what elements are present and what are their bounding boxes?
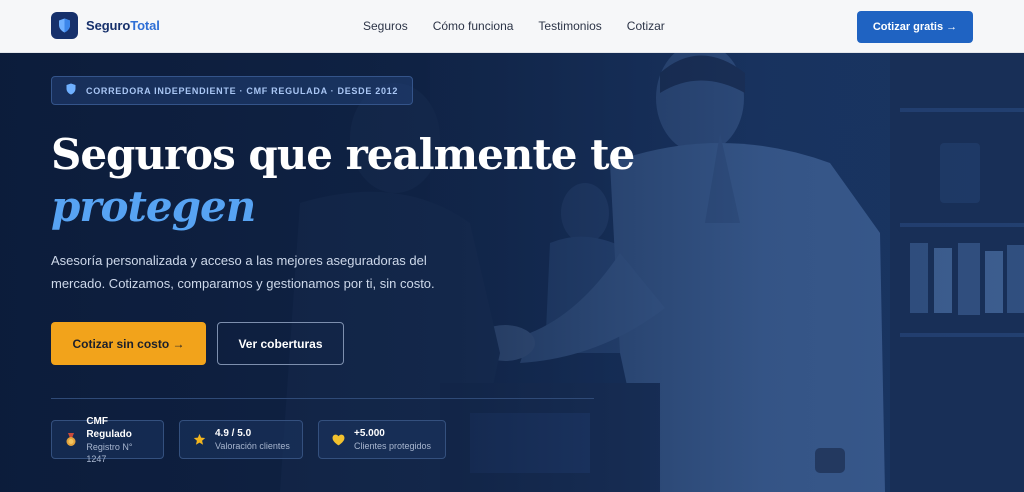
stat-subtitle: Registro N° 1247 [86, 441, 133, 464]
hero-description: Asesoría personalizada y acceso a las me… [51, 253, 435, 291]
shield-icon [51, 12, 78, 39]
star-icon [192, 433, 206, 447]
nav-link-testimonios[interactable]: Testimonios [538, 19, 601, 33]
stat-title: 4.9 / 5.0 [215, 428, 252, 439]
stat-title: CMF Regulado [86, 415, 132, 440]
medal-icon [64, 432, 77, 447]
cotizar-gratis-button[interactable]: Cotizar gratis → [857, 11, 973, 43]
shield-icon [66, 82, 76, 100]
hero-title-line1: Seguros que realmente te [51, 130, 635, 179]
cotizar-sin-costo-button[interactable]: Cotizar sin costo → [51, 322, 206, 365]
stat-title: +5.000 [354, 428, 385, 439]
brand-name: SeguroTotal [86, 18, 160, 33]
brand-logo[interactable]: SeguroTotal [51, 12, 160, 39]
hero-title: Seguros que realmente te protegen [51, 129, 635, 233]
stat-subtitle: Clientes protegidos [354, 441, 432, 451]
ver-coberturas-button[interactable]: Ver coberturas [217, 322, 344, 365]
hero-divider [51, 398, 594, 399]
stat-cmf-regulado: CMF Regulado Registro N° 1247 [51, 416, 164, 464]
heart-icon [331, 433, 345, 447]
nav-link-cotizar[interactable]: Cotizar [627, 19, 665, 33]
main-nav: Seguros Cómo funciona Testimonios Cotiza… [363, 19, 690, 33]
hero-title-highlight: protegen [51, 182, 256, 231]
stat-valoracion: 4.9 / 5.0 Valoración clientes [179, 420, 303, 459]
trust-badge-text: CORREDORA INDEPENDIENTE · CMF REGULADA ·… [86, 85, 399, 96]
top-navbar: SeguroTotal Seguros Cómo funciona Testim… [0, 0, 1024, 53]
nav-link-seguros[interactable]: Seguros [363, 19, 408, 33]
trust-badge: CORREDORA INDEPENDIENTE · CMF REGULADA ·… [51, 76, 414, 105]
stat-clientes: +5.000 Clientes protegidos [318, 420, 446, 459]
nav-link-como-funciona[interactable]: Cómo funciona [433, 19, 514, 33]
hero-section: CORREDORA INDEPENDIENTE · CMF REGULADA ·… [0, 53, 1024, 492]
stat-subtitle: Valoración clientes [215, 441, 290, 451]
